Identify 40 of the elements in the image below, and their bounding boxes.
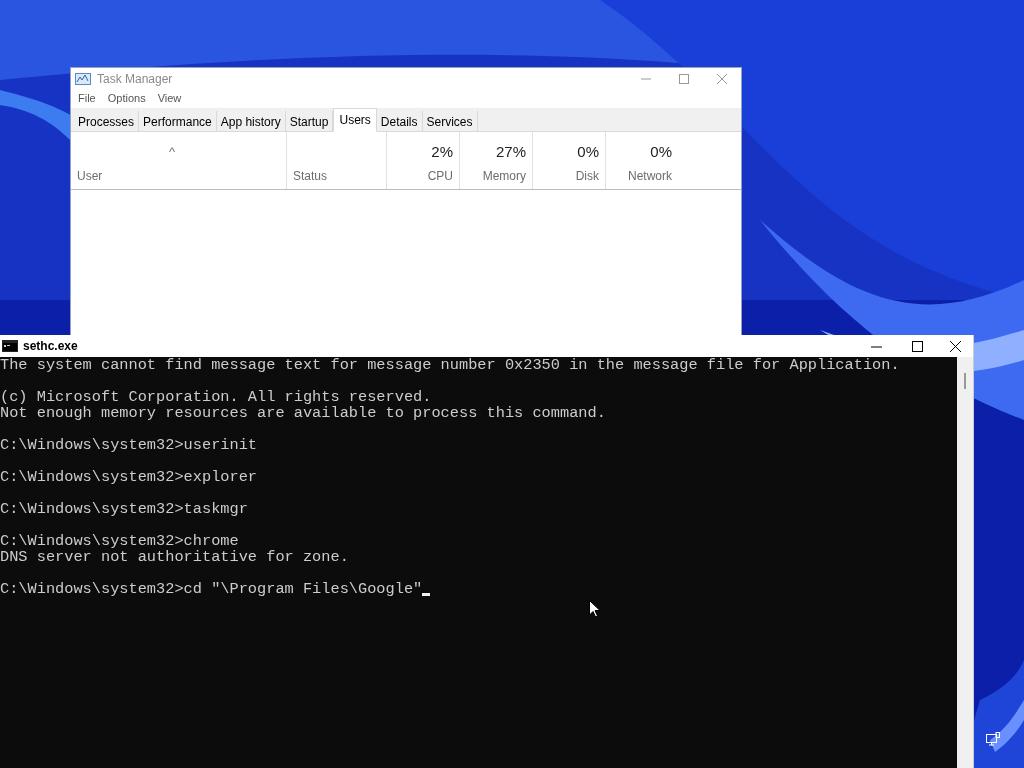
- column-header[interactable]: User ^: [71, 132, 286, 189]
- column-header[interactable]: 0% Network: [605, 132, 678, 189]
- network-icon[interactable]: [986, 732, 1000, 746]
- column-header[interactable]: Status: [286, 132, 386, 189]
- console-line: C:\Windows\system32>explorer: [0, 469, 258, 485]
- column-label: User: [77, 168, 103, 185]
- chart-icon: [75, 72, 91, 85]
- column-label: Memory: [482, 168, 526, 185]
- console-line: C:\Windows\system32>taskmgr: [0, 501, 248, 517]
- menu-item[interactable]: Options: [107, 90, 146, 107]
- console-line: C:\Windows\system32>chrome: [0, 533, 239, 549]
- close-icon[interactable]: [950, 340, 961, 352]
- console-icon: [2, 340, 18, 352]
- console-line: C:\Windows\system32>cd "\Program Files\Google": [0, 581, 423, 597]
- tab[interactable]: Users: [333, 108, 377, 132]
- menu-item[interactable]: View: [157, 90, 182, 107]
- window-title: Task Manager: [97, 70, 173, 88]
- column-header[interactable]: 27% Memory: [459, 132, 532, 189]
- window-title: sethc.exe: [23, 338, 78, 355]
- column-label: Network: [628, 168, 672, 185]
- usage-value: 0%: [650, 141, 672, 162]
- console-line: DNS server not authoritative for zone.: [0, 549, 349, 565]
- mouse-pointer-icon: [589, 600, 601, 618]
- usage-value: 2%: [431, 141, 453, 162]
- column-label: Disk: [575, 168, 599, 185]
- scrollbar[interactable]: [957, 357, 973, 768]
- column-label: CPU: [427, 168, 453, 185]
- column-label: Status: [293, 168, 328, 185]
- usage-value: 27%: [495, 141, 526, 162]
- console-line: C:\Windows\system32>userinit: [0, 437, 258, 453]
- console-line: Not enough memory resources are available to process this command.: [0, 405, 606, 421]
- text-cursor: [422, 593, 431, 596]
- column-header[interactable]: 0% Disk: [532, 132, 605, 189]
- maximize-icon[interactable]: [912, 340, 923, 352]
- console-line: The system cannot find message text for message number 0x2350 in the message file for Application.: [0, 357, 900, 373]
- column-header[interactable]: 2% CPU: [386, 132, 459, 189]
- menu-item[interactable]: File: [78, 90, 96, 107]
- sort-caret: ^: [169, 143, 176, 161]
- usage-value: 0%: [577, 141, 599, 162]
- console-line: (c) Microsoft Corporation. All rights reserved.: [0, 389, 432, 405]
